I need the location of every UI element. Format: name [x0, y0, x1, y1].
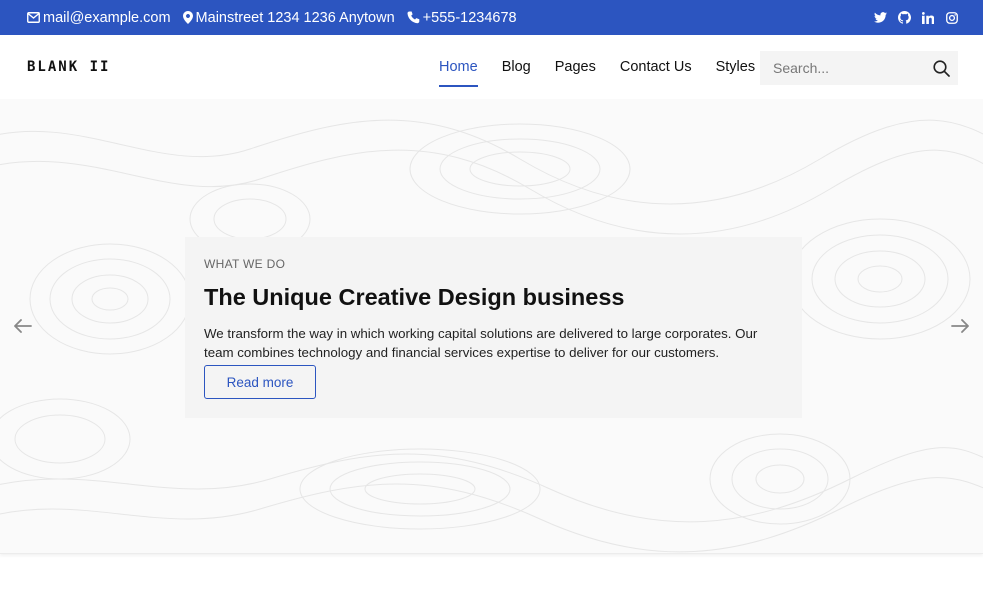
hero-title: The Unique Creative Design business — [204, 284, 625, 310]
email-text: mail@example.com — [43, 9, 171, 26]
phone-contact[interactable]: +555-1234678 — [407, 10, 517, 26]
hero-slider: WHAT WE DO The Unique Creative Design bu… — [0, 99, 983, 554]
phone-text: +555-1234678 — [422, 9, 517, 26]
linkedin-icon[interactable] — [921, 11, 935, 25]
twitter-icon[interactable] — [873, 11, 887, 25]
github-icon[interactable] — [897, 11, 911, 25]
site-header: BLANK II Home Blog Pages Contact Us Styl… — [0, 35, 983, 99]
contact-info: mail@example.com Mainstreet 1234 1236 An… — [27, 0, 529, 35]
search-input[interactable] — [760, 60, 920, 76]
email-contact[interactable]: mail@example.com — [27, 10, 171, 26]
read-more-button[interactable]: Read more — [204, 365, 316, 399]
map-marker-icon — [182, 11, 193, 24]
social-links — [863, 0, 959, 35]
nav-item-styles[interactable]: Styles — [716, 55, 756, 79]
address-text: Mainstreet 1234 1236 Anytown — [195, 9, 395, 26]
hero-eyebrow: WHAT WE DO — [204, 257, 286, 271]
envelope-icon — [27, 12, 40, 23]
search-icon[interactable] — [932, 59, 950, 77]
nav-item-pages[interactable]: Pages — [555, 55, 596, 79]
arrow-right-icon[interactable] — [949, 315, 971, 337]
search-box — [760, 51, 958, 85]
hero-description: We transform the way in which working ca… — [204, 326, 758, 360]
nav-item-blog[interactable]: Blog — [502, 55, 531, 79]
address-contact: Mainstreet 1234 1236 Anytown — [182, 9, 395, 26]
top-contact-bar: mail@example.com Mainstreet 1234 1236 An… — [0, 0, 983, 35]
nav-item-home[interactable]: Home — [439, 55, 478, 87]
main-nav: Home Blog Pages Contact Us Styles — [427, 35, 767, 99]
phone-icon — [407, 11, 419, 24]
nav-item-contact-us[interactable]: Contact Us — [620, 55, 692, 79]
arrow-left-icon[interactable] — [12, 315, 34, 337]
hero-card: WHAT WE DO The Unique Creative Design bu… — [185, 237, 802, 418]
instagram-icon[interactable] — [945, 11, 959, 25]
site-logo[interactable]: BLANK II — [27, 35, 110, 99]
